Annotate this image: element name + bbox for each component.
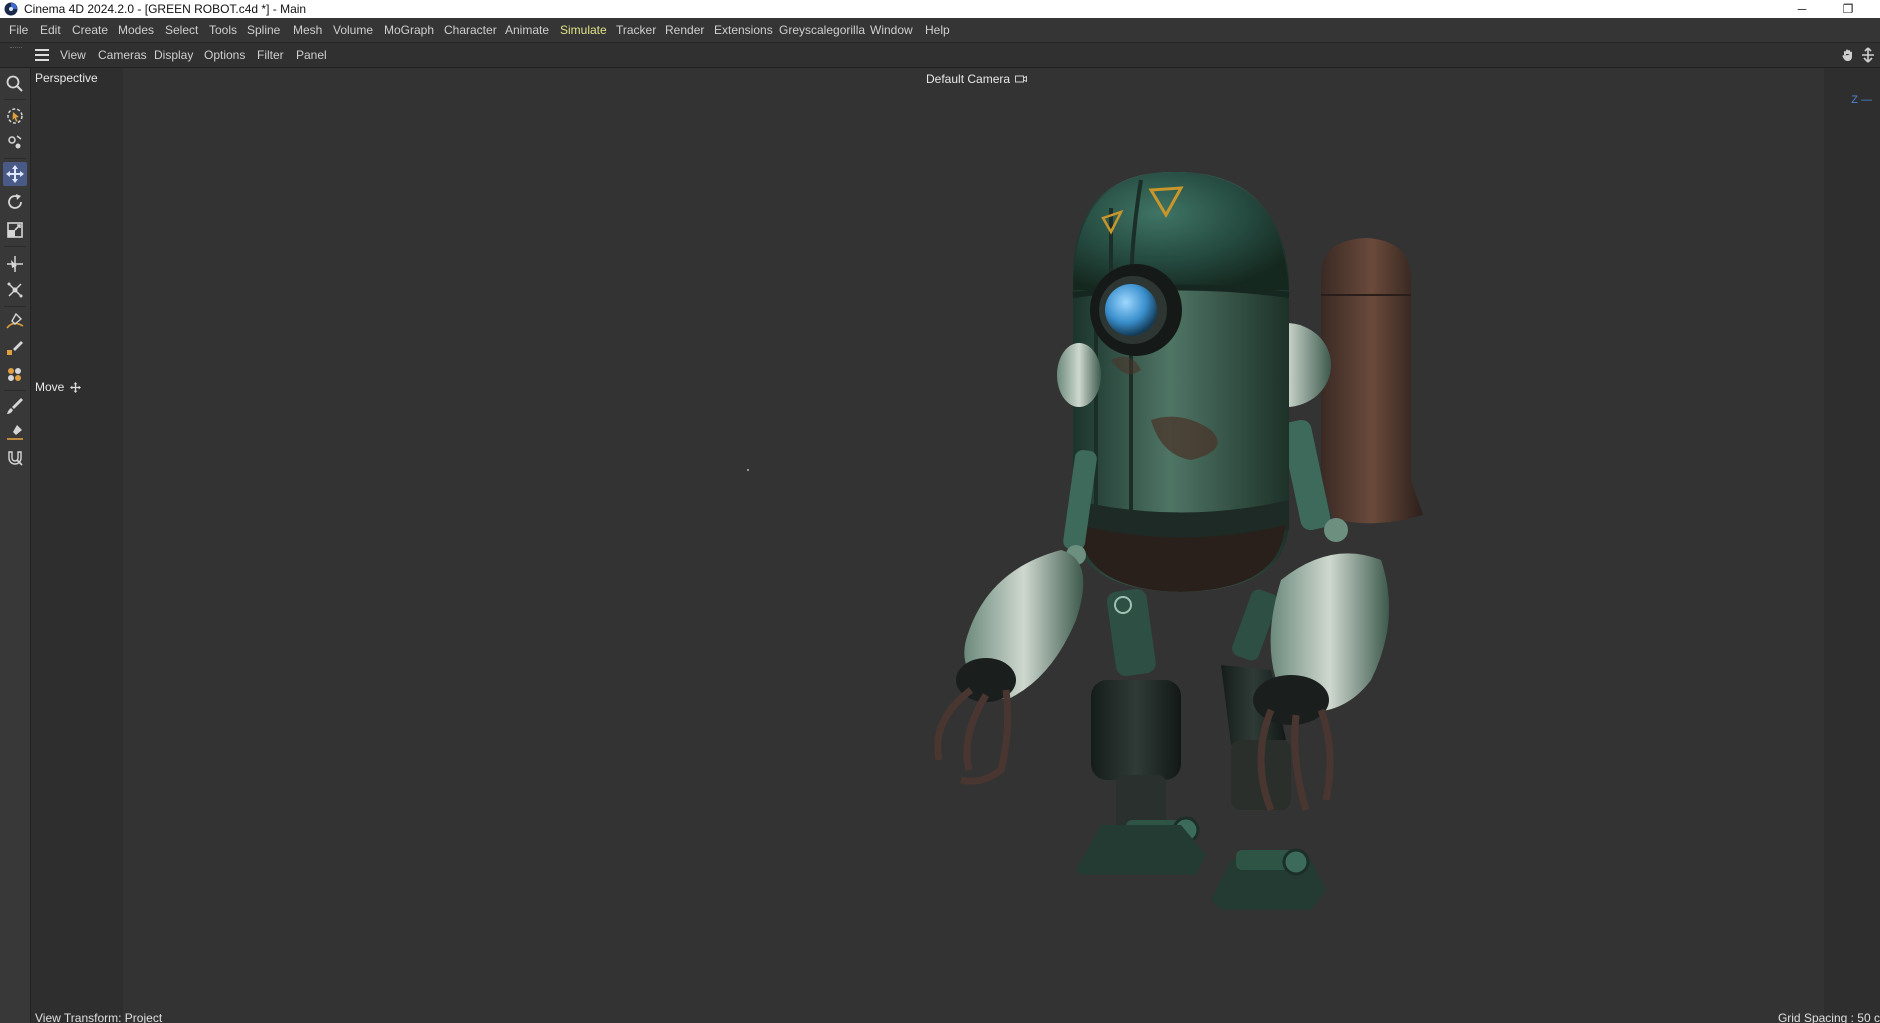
viewport-menu-panel[interactable]: Panel [296,43,327,67]
view-transform-status: View Transform: Project [35,1011,163,1023]
hamburger-menu-icon[interactable] [34,49,50,61]
viewport-menu-bar: View Cameras Display Options Filter Pane… [0,43,1880,68]
selection-options-icon [8,135,22,149]
menu-mesh[interactable]: Mesh [293,18,322,42]
menu-help[interactable]: Help [925,18,950,42]
spline-pen-tool[interactable] [3,310,27,334]
transform-icon [7,256,23,272]
selection-options-tool[interactable] [3,130,27,154]
robot-jetpack [1321,238,1423,524]
menu-file[interactable]: File [9,18,28,42]
viewport-menu-view[interactable]: View [60,43,86,67]
pan-view-icon[interactable] [1840,47,1856,63]
rotate-icon [8,194,22,209]
window-title: Cinema 4D 2024.2.0 - [GREEN ROBOT.c4d *]… [24,2,307,16]
restore-button[interactable]: ❐ [1826,0,1870,18]
panel-grip[interactable] [10,47,22,49]
3d-viewport[interactable]: Perspective Default Camera Move Z — View… [31,68,1880,1023]
move-tool[interactable] [3,162,27,186]
smooth-brush-icon [7,425,23,440]
robot-eye [1090,264,1182,356]
transform-tool[interactable] [3,252,27,276]
axis-indicator-z: Z — [1851,94,1872,106]
menu-character[interactable]: Character [444,18,497,42]
knife-icon [8,368,21,381]
menu-spline[interactable]: Spline [247,18,280,42]
active-camera-label[interactable]: Default Camera [926,71,1028,86]
camera-name: Default Camera [926,71,1011,86]
live-selection-icon [7,108,23,124]
menu-tools[interactable]: Tools [209,18,237,42]
viewport-projection-label[interactable]: Perspective [35,71,98,85]
robot-body [1072,171,1290,592]
menu-modes[interactable]: Modes [118,18,154,42]
spline-pen-icon [6,312,24,329]
move-icon [6,165,24,183]
search-tool[interactable] [3,72,27,96]
tool-palette [0,68,31,1023]
search-icon [6,75,23,92]
viewport-menu-cameras[interactable]: Cameras [98,43,147,67]
camera-icon [1015,75,1028,83]
brush-tool[interactable] [3,394,27,418]
viewport-safe-frame-right [1824,68,1880,1023]
menu-simulate[interactable]: Simulate [560,18,607,42]
axis-z-label: Z [1851,94,1858,106]
menu-greyscalegorilla[interactable]: Greyscalegorilla [779,18,865,42]
menu-volume[interactable]: Volume [333,18,373,42]
viewport-menu-filter[interactable]: Filter [257,43,284,67]
menu-render[interactable]: Render [665,18,704,42]
rotate-tool[interactable] [3,190,27,214]
magnet-tool[interactable] [3,446,27,470]
cinema4d-logo-icon [4,2,18,16]
grid-spacing-status: Grid Spacing : 50 c [1777,1011,1880,1023]
viewport-menu-options[interactable]: Options [204,43,245,67]
menu-mograph[interactable]: MoGraph [384,18,434,42]
main-menu-bar: File Edit Create Modes Select Tools Spli… [0,18,1880,43]
scale-icon [7,222,23,238]
robot-model[interactable] [811,120,1451,1000]
minimize-button[interactable]: ─ [1780,0,1824,18]
active-tool-hud: Move [35,380,81,394]
snap-icon [7,282,23,298]
spline-sketch-icon [7,341,23,355]
viewport-safe-frame-left [31,68,123,1023]
magnet-icon [8,451,23,466]
viewport-pivot-dot [747,469,749,471]
robot-left-leg [1076,588,1206,875]
title-bar: Cinema 4D 2024.2.0 - [GREEN ROBOT.c4d *]… [0,0,1880,18]
viewport-menu-display[interactable]: Display [154,43,193,67]
spline-sketch-tool[interactable] [3,336,27,360]
menu-window[interactable]: Window [870,18,913,42]
brush-icon [7,398,23,414]
live-selection-tool[interactable] [3,104,27,128]
menu-edit[interactable]: Edit [40,18,61,42]
menu-select[interactable]: Select [165,18,198,42]
knife-tool[interactable] [3,362,27,386]
smooth-brush-tool[interactable] [3,420,27,444]
move-hud-icon [69,382,81,394]
snap-tool[interactable] [3,278,27,302]
menu-extensions[interactable]: Extensions [714,18,773,42]
menu-tracker[interactable]: Tracker [616,18,656,42]
maximize-view-icon[interactable] [1860,47,1876,63]
menu-animate[interactable]: Animate [505,18,549,42]
menu-create[interactable]: Create [72,18,108,42]
scale-tool[interactable] [3,218,27,242]
active-tool-name: Move [35,380,65,394]
